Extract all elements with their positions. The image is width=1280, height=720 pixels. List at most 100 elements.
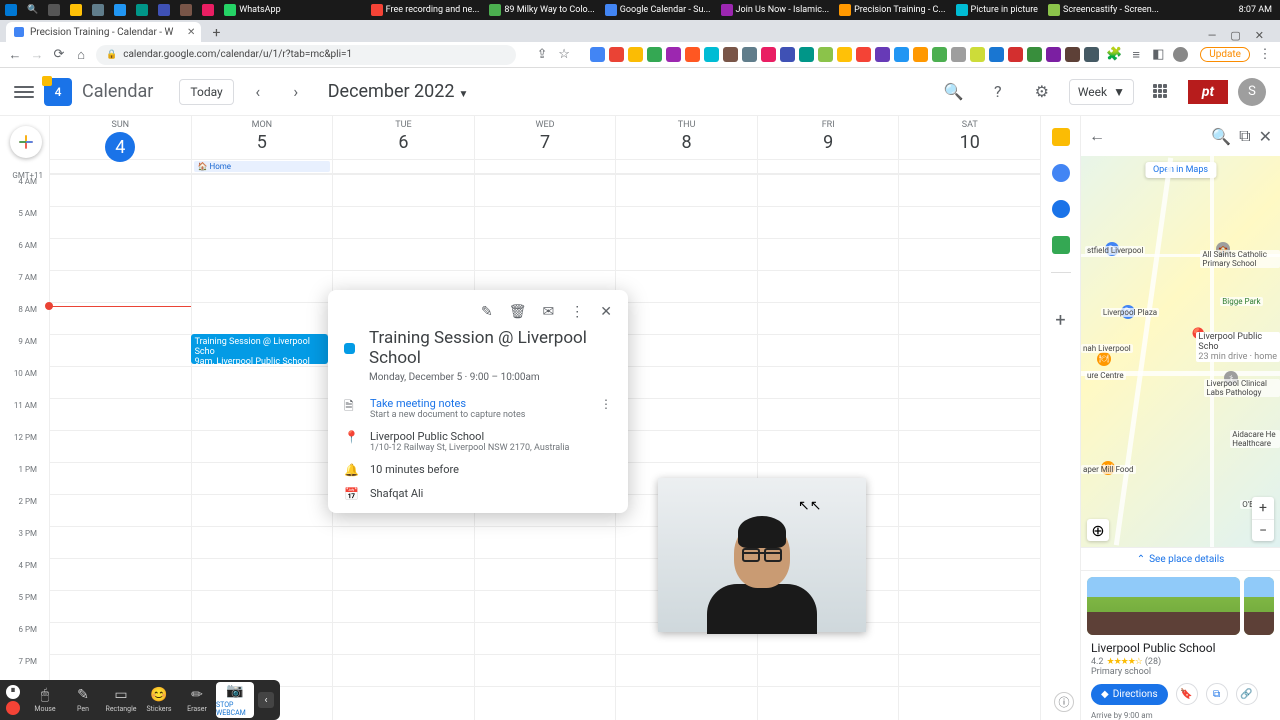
map-canvas[interactable]: Open in Maps 📍 Liverpool Public Scho23 m…: [1081, 156, 1280, 547]
screencast-tool-rectangle[interactable]: ▭Rectangle: [102, 682, 140, 718]
search-button[interactable]: 🔍: [937, 75, 971, 109]
browser-tab[interactable]: Precision Training - C...: [834, 0, 950, 20]
stop-recording-button[interactable]: [6, 701, 20, 715]
extension-icon[interactable]: [1027, 47, 1042, 62]
screencast-tool-stickers[interactable]: 😊Stickers: [140, 682, 178, 718]
close-tab-icon[interactable]: ✕: [187, 27, 195, 38]
extension-icon[interactable]: [685, 47, 700, 62]
notes-options-button[interactable]: ⋮: [600, 397, 612, 411]
webcam-pip[interactable]: [658, 478, 866, 632]
extension-icon[interactable]: [761, 47, 776, 62]
update-button[interactable]: Update: [1200, 47, 1250, 62]
extension-icon[interactable]: [1065, 47, 1080, 62]
keep-icon[interactable]: [1052, 128, 1070, 146]
extension-icon[interactable]: [932, 47, 947, 62]
day-header[interactable]: FRI9: [757, 116, 899, 159]
email-guests-button[interactable]: ✉: [543, 304, 555, 320]
screencast-tool-eraser[interactable]: ✏Eraser: [178, 682, 216, 718]
maximize-icon[interactable]: ▢: [1230, 29, 1240, 42]
extension-icon[interactable]: [609, 47, 624, 62]
close-window-icon[interactable]: ✕: [1255, 29, 1264, 42]
extension-icon[interactable]: [989, 47, 1004, 62]
save-place-button[interactable]: 🔖: [1176, 683, 1198, 705]
extension-icon[interactable]: [856, 47, 871, 62]
star-icon[interactable]: ☆: [557, 48, 571, 62]
browser-tab[interactable]: Join Us Now - Islamic...: [716, 0, 835, 20]
extension-icon[interactable]: [723, 47, 738, 62]
app-icon[interactable]: [87, 0, 109, 20]
calendar-event[interactable]: Training Session @ Liverpool Scho9am, Li…: [191, 334, 329, 364]
account-avatar[interactable]: S: [1238, 78, 1266, 106]
day-header[interactable]: THU8: [615, 116, 757, 159]
whatsapp-tab[interactable]: WhatsApp: [219, 0, 285, 20]
view-selector[interactable]: Week▼: [1069, 79, 1134, 105]
active-tab[interactable]: Precision Training - Calendar - W ✕: [6, 22, 201, 42]
extension-icon[interactable]: [970, 47, 985, 62]
extension-icon[interactable]: [647, 47, 662, 62]
app-icon[interactable]: [175, 0, 197, 20]
browser-tab[interactable]: Google Calendar - Su...: [600, 0, 716, 20]
extension-icon[interactable]: [666, 47, 681, 62]
maps-icon[interactable]: [1052, 236, 1070, 254]
support-button[interactable]: ?: [981, 75, 1015, 109]
extension-icon[interactable]: [1084, 47, 1099, 62]
settings-button[interactable]: ⚙: [1025, 75, 1059, 109]
panel-close-button[interactable]: ✕: [1259, 127, 1272, 146]
day-header[interactable]: SAT10: [898, 116, 1040, 159]
browser-tab[interactable]: 89 Milky Way to Colo...: [484, 0, 599, 20]
place-photos[interactable]: [1081, 571, 1280, 641]
browser-tab[interactable]: Free recording and ne...: [366, 0, 485, 20]
task-view-icon[interactable]: [43, 0, 65, 20]
today-button[interactable]: Today: [179, 79, 233, 105]
open-in-maps-button[interactable]: Open in Maps: [1145, 162, 1216, 178]
extension-icon[interactable]: [780, 47, 795, 62]
browser-menu-icon[interactable]: ⋮: [1258, 48, 1272, 62]
delete-event-button[interactable]: 🗑: [509, 304, 527, 320]
side-panel-icon[interactable]: ◧: [1151, 48, 1165, 62]
app-icon[interactable]: [109, 0, 131, 20]
event-options-button[interactable]: ⋮: [570, 304, 584, 320]
panel-back-button[interactable]: ←: [1089, 126, 1105, 146]
start-button[interactable]: [0, 0, 22, 20]
app-icon[interactable]: [131, 0, 153, 20]
extension-icon[interactable]: [818, 47, 833, 62]
google-apps-button[interactable]: [1144, 75, 1178, 109]
create-event-fab[interactable]: [10, 126, 42, 158]
home-chip[interactable]: 🏠 Home: [194, 161, 331, 172]
system-clock[interactable]: 8:07 AM: [1231, 5, 1280, 15]
profile-avatar[interactable]: [1173, 47, 1188, 62]
app-icon[interactable]: [197, 0, 219, 20]
zoom-in-button[interactable]: +: [1252, 497, 1274, 519]
reading-list-icon[interactable]: ≡: [1129, 48, 1143, 62]
extension-icon[interactable]: [1008, 47, 1023, 62]
poi-icon[interactable]: 🍽: [1097, 352, 1111, 366]
extensions-menu-icon[interactable]: 🧩: [1107, 48, 1121, 62]
prev-week-button[interactable]: ‹: [244, 78, 272, 106]
screencast-tool-pen[interactable]: ✎Pen: [64, 682, 102, 718]
add-addon-button[interactable]: +: [1052, 310, 1070, 328]
home-button[interactable]: ⌂: [74, 48, 88, 62]
day-header[interactable]: WED7: [474, 116, 616, 159]
pause-recording-button[interactable]: ⏸: [6, 685, 20, 699]
explorer-icon[interactable]: [65, 0, 87, 20]
extension-icon[interactable]: [742, 47, 757, 62]
zoom-out-button[interactable]: −: [1252, 519, 1274, 541]
extension-icon[interactable]: [1046, 47, 1061, 62]
search-icon[interactable]: 🔍: [22, 0, 43, 20]
contacts-icon[interactable]: [1052, 200, 1070, 218]
screencast-tool-stop-webcam[interactable]: 📷STOP WEBCAM: [216, 682, 254, 718]
new-tab-button[interactable]: +: [207, 24, 225, 42]
main-menu-button[interactable]: [14, 82, 34, 102]
forward-button[interactable]: →: [30, 48, 44, 62]
see-place-details[interactable]: ⌃See place details: [1081, 547, 1280, 571]
next-week-button[interactable]: ›: [282, 78, 310, 106]
extension-icon[interactable]: [951, 47, 966, 62]
extension-icon[interactable]: [704, 47, 719, 62]
extension-icon[interactable]: [875, 47, 890, 62]
day-header[interactable]: MON5: [191, 116, 333, 159]
tasks-icon[interactable]: [1052, 164, 1070, 182]
panel-popout-button[interactable]: ⧉: [1239, 126, 1250, 146]
url-input[interactable]: 🔒 calendar.google.com/calendar/u/1/r?tab…: [96, 45, 516, 65]
screencast-tool-mouse[interactable]: 🖱Mouse: [26, 682, 64, 718]
collapse-toolbar-button[interactable]: ‹: [258, 692, 274, 708]
